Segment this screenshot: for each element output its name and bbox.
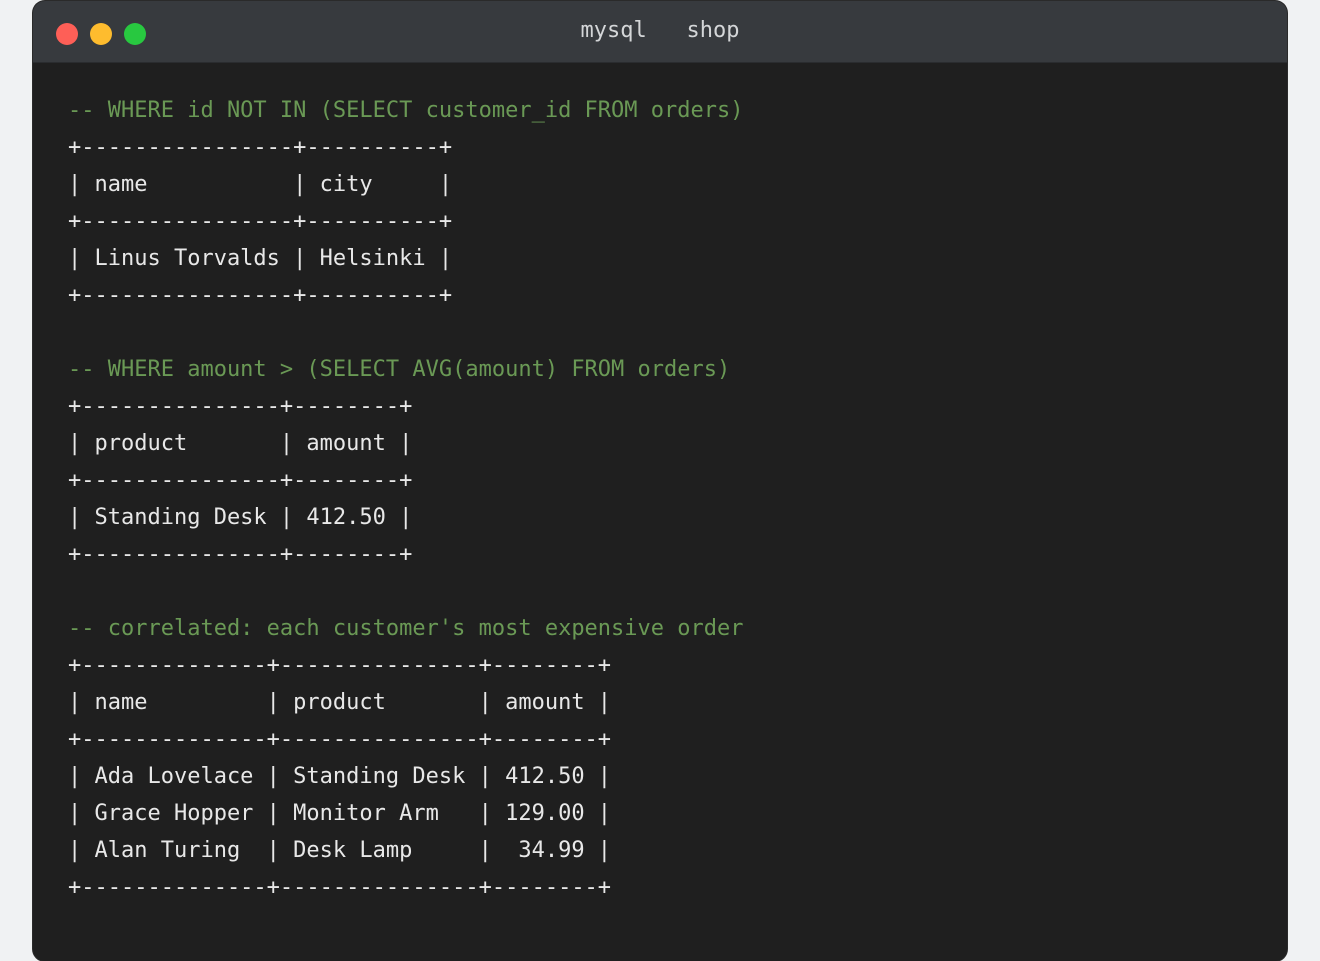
table-row: | Linus Torvalds | Helsinki |: [68, 246, 453, 271]
query-result-block: -- correlated: each customer's most expe…: [68, 610, 1287, 906]
sql-comment: -- WHERE amount > (SELECT AVG(amount) FR…: [68, 357, 731, 382]
query-result-block: -- WHERE id NOT IN (SELECT customer_id F…: [68, 92, 1287, 314]
table-border: +---------------+--------+: [68, 468, 413, 493]
sql-comment: -- correlated: each customer's most expe…: [68, 616, 744, 641]
table-header-row: | product | amount |: [68, 431, 413, 456]
table-header-row: | name | city |: [68, 172, 453, 197]
title-bar: mysql shop: [33, 1, 1287, 63]
table-row: | Alan Turing | Desk Lamp | 34.99 |: [68, 838, 612, 863]
table-header-row: | name | product | amount |: [68, 690, 612, 715]
query-result-block: -- WHERE amount > (SELECT AVG(amount) FR…: [68, 351, 1287, 573]
table-row: | Standing Desk | 412.50 |: [68, 505, 413, 530]
window-title: mysql shop: [580, 18, 740, 43]
table-border: +--------------+---------------+--------…: [68, 875, 612, 900]
table-border: +----------------+----------+: [68, 283, 453, 308]
table-row: | Ada Lovelace | Standing Desk | 412.50 …: [68, 764, 612, 789]
terminal-output[interactable]: -- WHERE id NOT IN (SELECT customer_id F…: [68, 92, 1287, 906]
table-border: +---------------+--------+: [68, 542, 413, 567]
table-border: +----------------+----------+: [68, 135, 453, 160]
table-row: | Grace Hopper | Monitor Arm | 129.00 |: [68, 801, 612, 826]
table-border: +--------------+---------------+--------…: [68, 653, 612, 678]
table-border: +---------------+--------+: [68, 394, 413, 419]
table-border: +----------------+----------+: [68, 209, 453, 234]
sql-comment: -- WHERE id NOT IN (SELECT customer_id F…: [68, 98, 744, 123]
table-border: +--------------+---------------+--------…: [68, 727, 612, 752]
terminal-window: mysql shop -- WHERE id NOT IN (SELECT cu…: [33, 1, 1287, 961]
